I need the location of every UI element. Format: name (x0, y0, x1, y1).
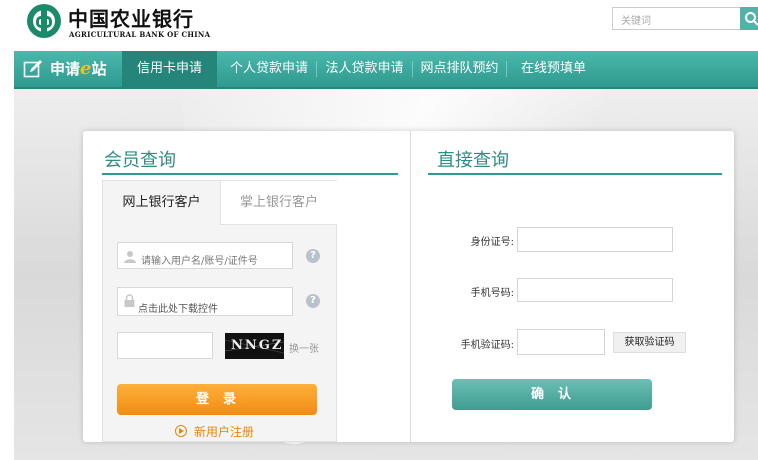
register-link[interactable]: 新用户注册 (175, 423, 254, 440)
nav-brand-e: e (80, 58, 92, 79)
search-input[interactable]: 关键词 (612, 7, 741, 30)
main-nav: 申请e站 信用卡申请 个人贷款申请 法人贷款申请 网点排队预约 在线预填单 (14, 51, 758, 89)
captcha-image[interactable]: NNGZ (225, 333, 284, 359)
help-icon[interactable]: ? (306, 249, 320, 263)
member-query-underline (102, 173, 398, 175)
brand-name-en: AGRICULTURAL BANK OF CHINA (69, 30, 211, 39)
help-icon[interactable]: ? (306, 294, 320, 308)
lock-icon (124, 294, 135, 307)
nav-item-personal-loan[interactable]: 个人贷款申请 (222, 51, 316, 87)
panel-divider (410, 131, 411, 442)
captcha-input[interactable] (117, 332, 213, 359)
confirm-button[interactable]: 确认 (452, 379, 652, 410)
nav-item-branch-queue[interactable]: 网点排队预约 (413, 51, 506, 87)
tab-online-banking[interactable]: 网上银行客户 (103, 181, 220, 225)
username-input[interactable]: 请输入用户名/账号/证件号 (117, 242, 293, 269)
password-input[interactable]: 点击此处下载控件 (117, 287, 293, 316)
id-number-label: 身份证号: (470, 237, 514, 248)
brand-name-cn: 中国农业银行 (68, 7, 194, 31)
username-placeholder: 请输入用户名/账号/证件号 (141, 256, 258, 267)
nav-brand-label: 申请 (50, 60, 81, 78)
id-number-input[interactable] (517, 227, 673, 252)
page: 中国农业银行 AGRICULTURAL BANK OF CHINA 关键词 申请… (0, 0, 758, 460)
sms-code-label: 手机验证码: (460, 340, 514, 351)
register-label: 新用户注册 (194, 425, 255, 439)
user-icon (124, 251, 136, 263)
search-button[interactable] (740, 7, 758, 30)
arrow-circle-icon (175, 425, 187, 437)
phone-label: 手机号码: (470, 288, 514, 299)
nav-item-credit-card[interactable]: 信用卡申请 (122, 51, 217, 87)
get-sms-code-button[interactable]: 获取验证码 (613, 332, 686, 353)
refresh-captcha-link[interactable]: 换一张 (289, 340, 319, 355)
phone-input[interactable] (517, 278, 673, 302)
tab-mobile-banking[interactable]: 掌上银行客户 (220, 181, 337, 225)
nav-item-online-prefill[interactable]: 在线预填单 (507, 51, 600, 87)
nav-item-corporate-loan[interactable]: 法人贷款申请 (317, 51, 412, 87)
sms-code-input[interactable] (517, 329, 605, 355)
direct-query-underline (428, 173, 722, 175)
password-placeholder: 点击此处下载控件 (138, 304, 218, 315)
edit-icon (23, 60, 42, 78)
captcha-text: NNGZ (231, 338, 284, 353)
member-query-title: 会员查询 (104, 150, 176, 171)
direct-query-title: 直接查询 (437, 150, 509, 171)
abc-logo-icon[interactable] (27, 4, 61, 38)
search-icon (745, 12, 758, 26)
nav-brand-e-station[interactable]: 申请e站 (14, 51, 122, 87)
header: 中国农业银行 AGRICULTURAL BANK OF CHINA 关键词 (0, 0, 758, 50)
nav-brand-suffix: 站 (91, 60, 107, 78)
login-button[interactable]: 登录 (117, 384, 317, 415)
